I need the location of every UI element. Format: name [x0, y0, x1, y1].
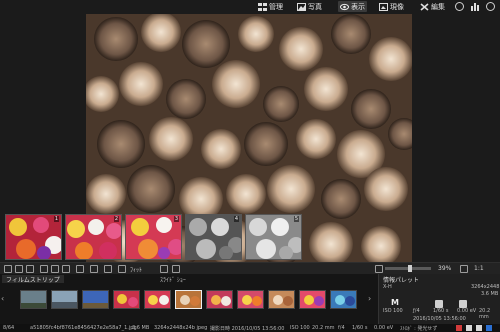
- nav-label: 表示: [351, 2, 365, 11]
- thumb-number: 1: [53, 216, 59, 222]
- capture-date: 2016/10/05 13:56:00: [413, 316, 466, 322]
- zoom-slider-knob[interactable]: [408, 265, 412, 272]
- thumb-number: 4: [233, 216, 239, 222]
- filmstrip-thumb[interactable]: [82, 290, 109, 309]
- ratio-label[interactable]: 1:1: [474, 265, 484, 272]
- filmstrip-thumb[interactable]: [299, 290, 326, 309]
- aperture-value: ƒ/4: [413, 308, 420, 314]
- ev-status: 0.00 eV: [374, 325, 394, 331]
- next-icon[interactable]: [172, 265, 180, 273]
- image-size: 3264x2448: [471, 284, 500, 290]
- back-icon[interactable]: [4, 265, 12, 273]
- file-size: 3.6 MB: [132, 325, 150, 331]
- aperture-status: f/4: [338, 325, 345, 331]
- filmstrip-thumb[interactable]: [206, 290, 233, 309]
- info-palette: 情報パレット X-H 3264x2448 3.6 MB M ISO 100 ƒ/…: [378, 274, 500, 324]
- develop-icon: [379, 2, 388, 11]
- thumb-number: 2: [113, 216, 119, 222]
- flash-status: ｽﾄﾛﾎﾞ : 発光せず: [400, 326, 438, 332]
- zoom-out-icon[interactable]: [375, 265, 383, 273]
- filmstrip-thumb[interactable]: [20, 290, 47, 309]
- iso-status: ISO 100: [290, 325, 310, 331]
- thumb-number: 3: [173, 216, 179, 222]
- fit-label[interactable]: ﾌｨｯﾄ: [130, 265, 142, 274]
- nav-manage[interactable]: 管理: [258, 1, 283, 12]
- adjust-icon[interactable]: [104, 265, 112, 273]
- exposure-icon: [459, 300, 467, 308]
- nav-edit[interactable]: 編集: [420, 1, 445, 12]
- exposure-mode: M: [391, 298, 399, 307]
- scroll-right-icon[interactable]: ›: [368, 294, 371, 303]
- move-icon[interactable]: [62, 265, 70, 273]
- settings-icon[interactable]: [90, 265, 98, 273]
- image-dims: 3264x2448x24b jpeg: [154, 325, 208, 331]
- nav-label: 管理: [269, 2, 283, 11]
- file-name: a51805fc4bf8761e8456427e2e58a7_1.jpg: [30, 325, 137, 331]
- label-blue[interactable]: [486, 325, 492, 331]
- scroll-left-icon[interactable]: ‹: [1, 294, 4, 303]
- focal-status: 20.2 mm: [312, 325, 335, 331]
- top-menu-bar: 管理 写真 表示 現像 編集: [0, 0, 500, 13]
- nav-view[interactable]: 表示: [338, 1, 367, 12]
- taken-date: 撮影日時 2016/10/05 13:56:00: [210, 326, 285, 332]
- ev-value: 0.00 eV: [457, 308, 477, 314]
- rotate-right-icon[interactable]: [26, 265, 34, 273]
- compare-icon[interactable]: [118, 265, 126, 273]
- filmstrip-thumb[interactable]: [330, 290, 357, 309]
- nav-photo[interactable]: 写真: [297, 1, 322, 12]
- zoom-in-icon[interactable]: [460, 265, 468, 273]
- label-white[interactable]: [466, 325, 472, 331]
- shutter-value: 1/60 s: [433, 308, 449, 314]
- image-count: 8/64: [3, 325, 15, 331]
- label-white-2[interactable]: [476, 325, 482, 331]
- help-icon[interactable]: [486, 2, 495, 11]
- focal-value: 20.2 mm: [479, 308, 491, 320]
- rotate-left-icon[interactable]: [15, 265, 23, 273]
- photo-icon: [297, 2, 306, 11]
- nav-label: 写真: [308, 2, 322, 11]
- bar-chart-icon[interactable]: [470, 2, 479, 11]
- crop-icon[interactable]: [76, 265, 84, 273]
- thumbnail-3[interactable]: 3: [125, 214, 182, 260]
- file-size: 3.6 MB: [481, 291, 499, 297]
- copy-icon[interactable]: [51, 265, 59, 273]
- palette-title: 情報パレット: [383, 277, 420, 284]
- fullscreen-icon[interactable]: [160, 265, 168, 273]
- shutter-status: 1/60 s: [352, 325, 368, 331]
- settings-round-icon[interactable]: [455, 2, 464, 11]
- nav-develop[interactable]: 現像: [379, 1, 404, 12]
- thumbnail-4[interactable]: 4: [185, 214, 242, 260]
- status-bar: 8/64 a51805fc4bf8761e8456427e2e58a7_1.jp…: [0, 324, 500, 332]
- nav-label: 編集: [431, 2, 445, 11]
- shutter-icon: [435, 300, 443, 308]
- filmstrip-thumb-selected[interactable]: [175, 290, 202, 309]
- eye-icon: [340, 3, 349, 10]
- tools-icon: [420, 2, 429, 11]
- nav-label: 現像: [390, 2, 404, 11]
- delete-icon[interactable]: [40, 265, 48, 273]
- thumbnail-2[interactable]: 2: [65, 214, 122, 260]
- camera-label: X-H: [383, 284, 392, 290]
- filmstrip-panel: フィルムストリップ ｽﾗｲﾄﾞ ｼｮｰ ‹ ›: [0, 274, 378, 324]
- filmstrip-thumb[interactable]: [237, 290, 264, 309]
- slideshow-control[interactable]: ｽﾗｲﾄﾞ ｼｮｰ: [160, 275, 186, 284]
- grid-icon: [258, 2, 267, 11]
- thumbnail-1[interactable]: 1: [5, 214, 62, 260]
- filmstrip-thumb[interactable]: [113, 290, 140, 309]
- filmstrip-thumb[interactable]: [268, 290, 295, 309]
- thumbnail-5[interactable]: 5: [245, 214, 302, 260]
- iso-value: ISO 100: [383, 308, 403, 314]
- filmstrip-tab[interactable]: フィルムストリップ: [2, 275, 64, 284]
- filmstrip-thumb[interactable]: [144, 290, 171, 309]
- zoom-value: 39%: [438, 265, 452, 272]
- viewer-toolbar: ﾌｨｯﾄ 39% 1:1: [0, 262, 500, 274]
- thumb-number: 5: [293, 216, 299, 222]
- label-red[interactable]: [456, 325, 462, 331]
- filmstrip-thumb[interactable]: [51, 290, 78, 309]
